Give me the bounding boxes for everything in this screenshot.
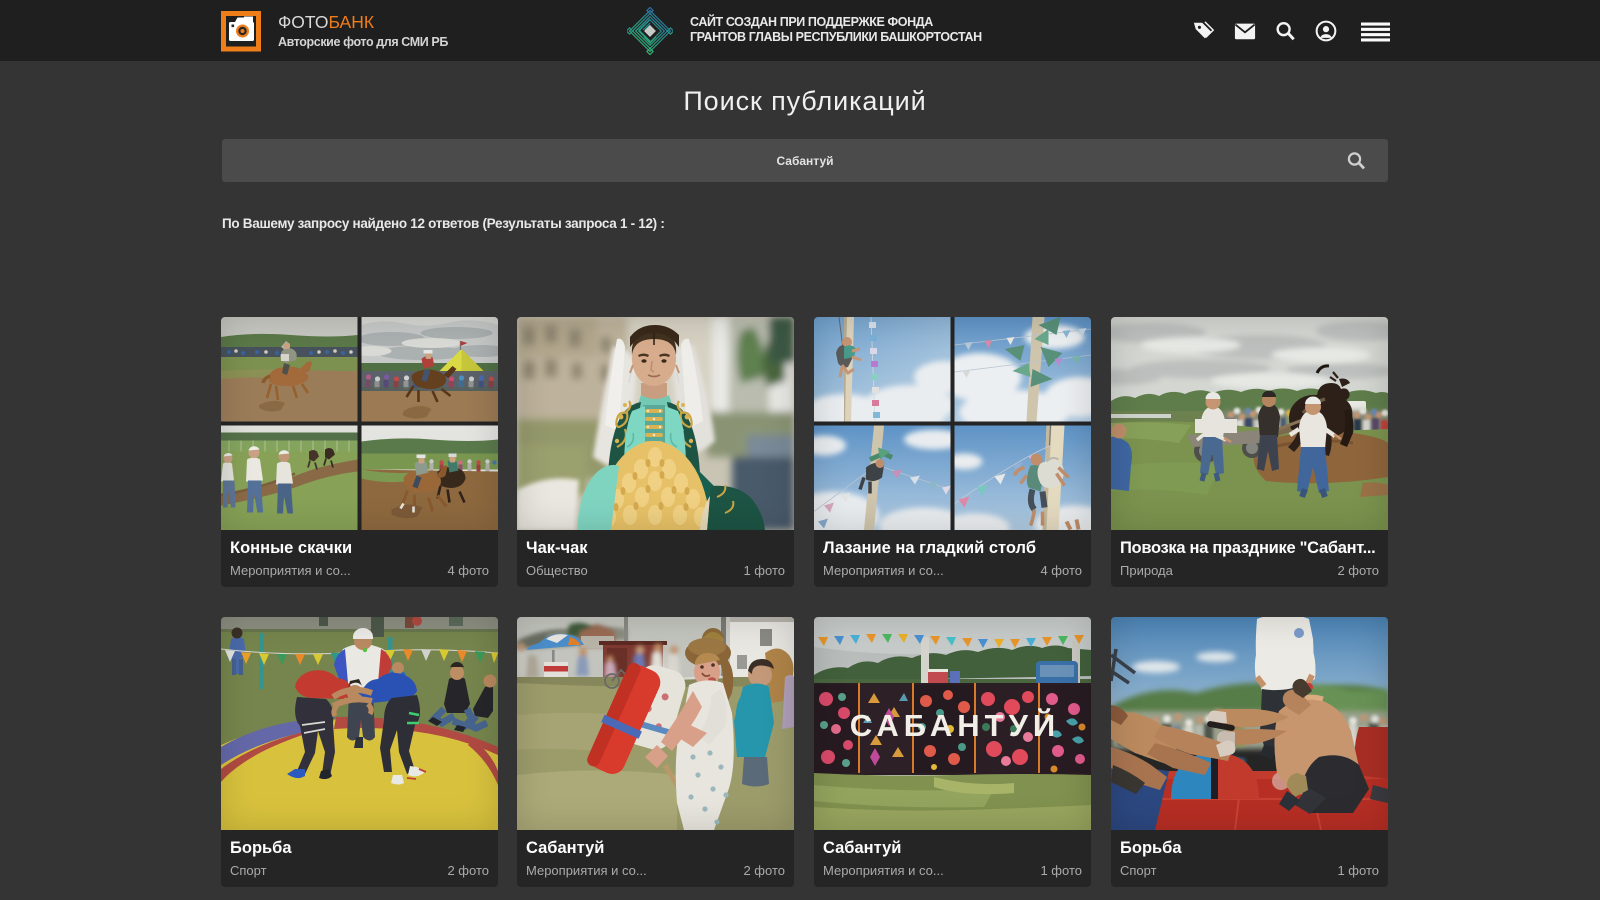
svg-text:САБАНТУЙ: САБАНТУЙ: [850, 707, 1060, 743]
